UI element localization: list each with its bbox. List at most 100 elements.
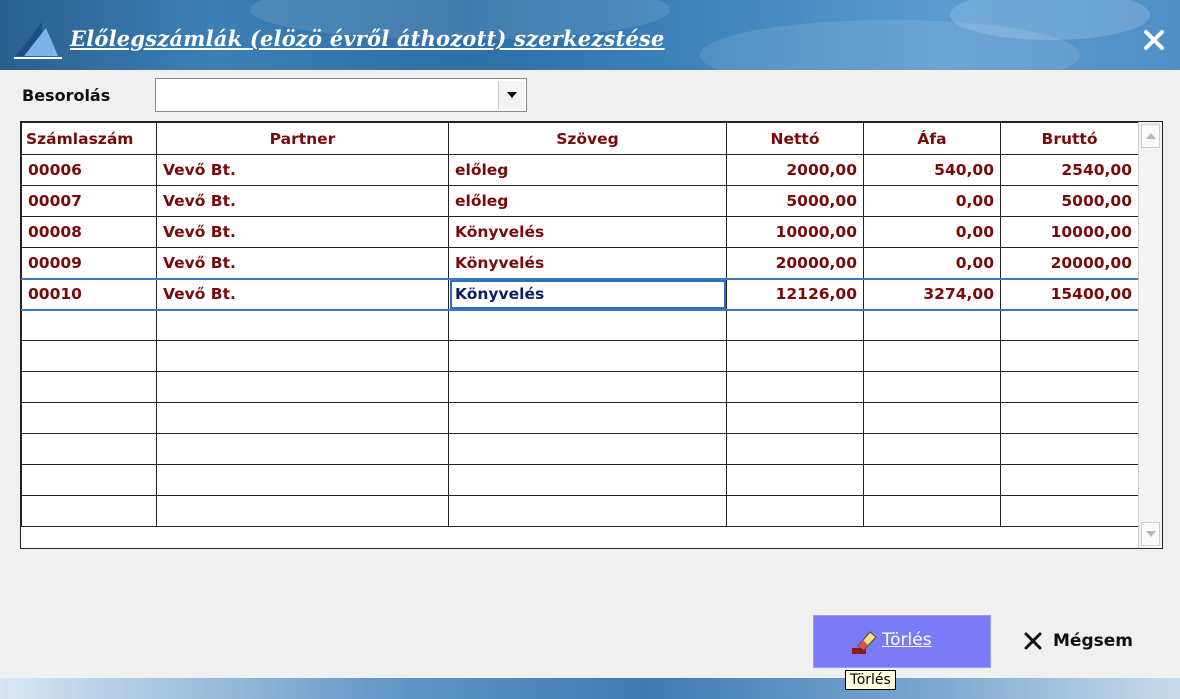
empty-row[interactable] [21, 309, 1139, 341]
empty-cell[interactable] [156, 495, 449, 527]
cell-partner[interactable]: Vevő Bt. [156, 277, 449, 311]
empty-cell[interactable] [448, 309, 727, 341]
cell-szoveg-focused[interactable]: Könyvelés [448, 277, 727, 311]
table-row[interactable]: 00009 Vevő Bt. Könyvelés 20000,00 0,00 2… [21, 247, 1139, 279]
cell-partner[interactable]: Vevő Bt. [156, 216, 449, 248]
title-bar[interactable]: Előlegszámlák (elözö évről áthozott) sze… [0, 0, 1180, 70]
besorolas-dropdown[interactable] [155, 78, 527, 112]
scroll-up-button[interactable] [1141, 124, 1160, 148]
empty-cell[interactable] [448, 402, 727, 434]
empty-cell[interactable] [726, 464, 864, 496]
empty-cell[interactable] [863, 402, 1001, 434]
empty-row[interactable] [21, 495, 1139, 527]
column-header[interactable]: Áfa [863, 122, 1001, 155]
empty-cell[interactable] [726, 495, 864, 527]
empty-cell[interactable] [21, 309, 157, 341]
empty-cell[interactable] [1000, 402, 1139, 434]
table-row-selected[interactable]: 00010 Vevő Bt. Könyvelés 12126,00 3274,0… [21, 277, 1139, 311]
empty-cell[interactable] [448, 340, 727, 372]
empty-cell[interactable] [21, 495, 157, 527]
cell-netto[interactable]: 2000,00 [726, 154, 864, 186]
empty-cell[interactable] [448, 495, 727, 527]
cell-szamlaszam[interactable]: 00007 [21, 185, 157, 217]
empty-row[interactable] [21, 464, 1139, 496]
empty-cell[interactable] [726, 433, 864, 465]
empty-cell[interactable] [863, 309, 1001, 341]
cell-partner[interactable]: Vevő Bt. [156, 154, 449, 186]
empty-cell[interactable] [726, 371, 864, 403]
cell-afa[interactable]: 0,00 [863, 216, 1001, 248]
dropdown-arrow-button[interactable] [498, 81, 524, 109]
cell-afa[interactable]: 0,00 [863, 185, 1001, 217]
empty-cell[interactable] [156, 433, 449, 465]
cell-szamlaszam[interactable]: 00009 [21, 247, 157, 279]
cancel-button[interactable]: Mégsem [1015, 617, 1155, 667]
empty-cell[interactable] [21, 371, 157, 403]
cell-netto[interactable]: 20000,00 [726, 247, 864, 279]
cell-szamlaszam[interactable]: 00006 [21, 154, 157, 186]
vertical-scrollbar[interactable] [1138, 122, 1162, 548]
cell-netto[interactable]: 5000,00 [726, 185, 864, 217]
empty-cell[interactable] [1000, 309, 1139, 341]
empty-row[interactable] [21, 340, 1139, 372]
column-header[interactable]: Számlaszám [21, 122, 157, 155]
table-row[interactable]: 00006 Vevő Bt. előleg 2000,00 540,00 254… [21, 154, 1139, 186]
cell-brutto[interactable]: 5000,00 [1000, 185, 1139, 217]
empty-cell[interactable] [863, 371, 1001, 403]
empty-cell[interactable] [863, 464, 1001, 496]
column-header[interactable]: Nettó [726, 122, 864, 155]
cell-netto[interactable]: 10000,00 [726, 216, 864, 248]
empty-cell[interactable] [156, 340, 449, 372]
empty-cell[interactable] [21, 402, 157, 434]
cell-afa[interactable]: 0,00 [863, 247, 1001, 279]
cell-szoveg[interactable]: előleg [448, 154, 727, 186]
cell-afa[interactable]: 540,00 [863, 154, 1001, 186]
empty-cell[interactable] [1000, 495, 1139, 527]
empty-cell[interactable] [156, 371, 449, 403]
empty-cell[interactable] [1000, 340, 1139, 372]
cell-szoveg[interactable]: Könyvelés [448, 216, 727, 248]
table-row[interactable]: 00007 Vevő Bt. előleg 5000,00 0,00 5000,… [21, 185, 1139, 217]
empty-cell[interactable] [726, 402, 864, 434]
cell-afa[interactable]: 3274,00 [863, 277, 1001, 311]
empty-cell[interactable] [156, 309, 449, 341]
cell-szamlaszam[interactable]: 00010 [21, 277, 157, 311]
empty-cell[interactable] [21, 464, 157, 496]
invoice-grid[interactable]: Számlaszám Partner Szöveg Nettó Áfa Brut… [20, 121, 1163, 549]
empty-cell[interactable] [726, 340, 864, 372]
empty-row[interactable] [21, 402, 1139, 434]
delete-button[interactable]: Törlés [813, 615, 991, 668]
empty-cell[interactable] [1000, 371, 1139, 403]
empty-cell[interactable] [863, 495, 1001, 527]
empty-row[interactable] [21, 433, 1139, 465]
empty-cell[interactable] [1000, 464, 1139, 496]
column-header[interactable]: Partner [156, 122, 449, 155]
cell-partner[interactable]: Vevő Bt. [156, 247, 449, 279]
empty-cell[interactable] [448, 464, 727, 496]
table-row[interactable]: 00008 Vevő Bt. Könyvelés 10000,00 0,00 1… [21, 216, 1139, 248]
close-icon[interactable] [1140, 26, 1168, 54]
cell-szoveg[interactable]: Könyvelés [448, 247, 727, 279]
cell-brutto[interactable]: 15400,00 [1000, 277, 1139, 311]
empty-cell[interactable] [726, 309, 864, 341]
empty-cell[interactable] [1000, 433, 1139, 465]
empty-cell[interactable] [448, 371, 727, 403]
empty-cell[interactable] [863, 340, 1001, 372]
cell-szoveg[interactable]: előleg [448, 185, 727, 217]
cell-brutto[interactable]: 2540,00 [1000, 154, 1139, 186]
column-header[interactable]: Bruttó [1000, 122, 1139, 155]
empty-cell[interactable] [448, 433, 727, 465]
cell-brutto[interactable]: 20000,00 [1000, 247, 1139, 279]
empty-cell[interactable] [21, 340, 157, 372]
empty-row[interactable] [21, 371, 1139, 403]
scroll-down-button[interactable] [1141, 522, 1160, 546]
empty-cell[interactable] [156, 402, 449, 434]
cell-brutto[interactable]: 10000,00 [1000, 216, 1139, 248]
empty-cell[interactable] [21, 433, 157, 465]
empty-cell[interactable] [863, 433, 1001, 465]
cell-szamlaszam[interactable]: 00008 [21, 216, 157, 248]
empty-cell[interactable] [156, 464, 449, 496]
cell-partner[interactable]: Vevő Bt. [156, 185, 449, 217]
column-header[interactable]: Szöveg [448, 122, 727, 155]
cell-netto[interactable]: 12126,00 [726, 277, 864, 311]
